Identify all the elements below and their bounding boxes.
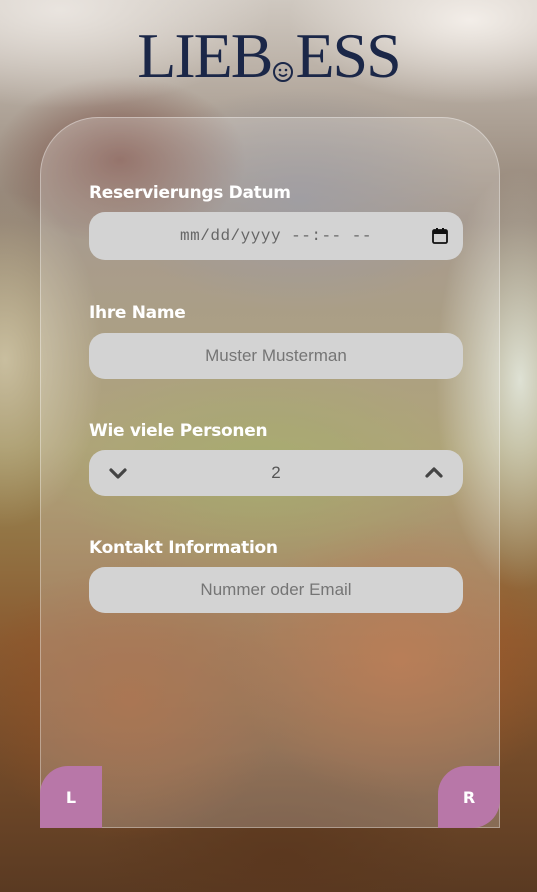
date-placeholder: mm/dd/yyyy --:-- -- [180,227,372,245]
logo-smiley-icon [273,62,294,82]
left-button-label: L [65,787,77,807]
persons-label: Wie viele Personen [89,421,268,441]
right-button-label: R [462,787,476,807]
reservation-card: Reservierungs Datum mm/dd/yyyy --:-- -- … [40,117,500,828]
name-placeholder: Muster Musterman [205,346,347,365]
left-button[interactable]: L [40,766,102,828]
persons-value: 2 [271,463,281,482]
right-button[interactable]: R [438,766,500,828]
date-input[interactable]: mm/dd/yyyy --:-- -- [89,212,463,260]
logo-text-left: LIEB [137,20,273,91]
contact-input[interactable]: Nummer oder Email [89,567,463,613]
name-label: Ihre Name [89,303,186,323]
chevron-up-icon[interactable] [423,462,445,484]
chevron-down-icon[interactable] [107,462,129,484]
date-label: Reservierungs Datum [89,183,291,203]
logo-text-right: ESS [295,20,401,91]
contact-placeholder: Nummer oder Email [200,580,352,599]
logo: LIEB ESS [0,22,537,90]
persons-stepper[interactable]: 2 [89,450,463,496]
name-input[interactable]: Muster Musterman [89,333,463,379]
calendar-icon[interactable] [431,227,449,245]
contact-label: Kontakt Information [89,538,278,558]
